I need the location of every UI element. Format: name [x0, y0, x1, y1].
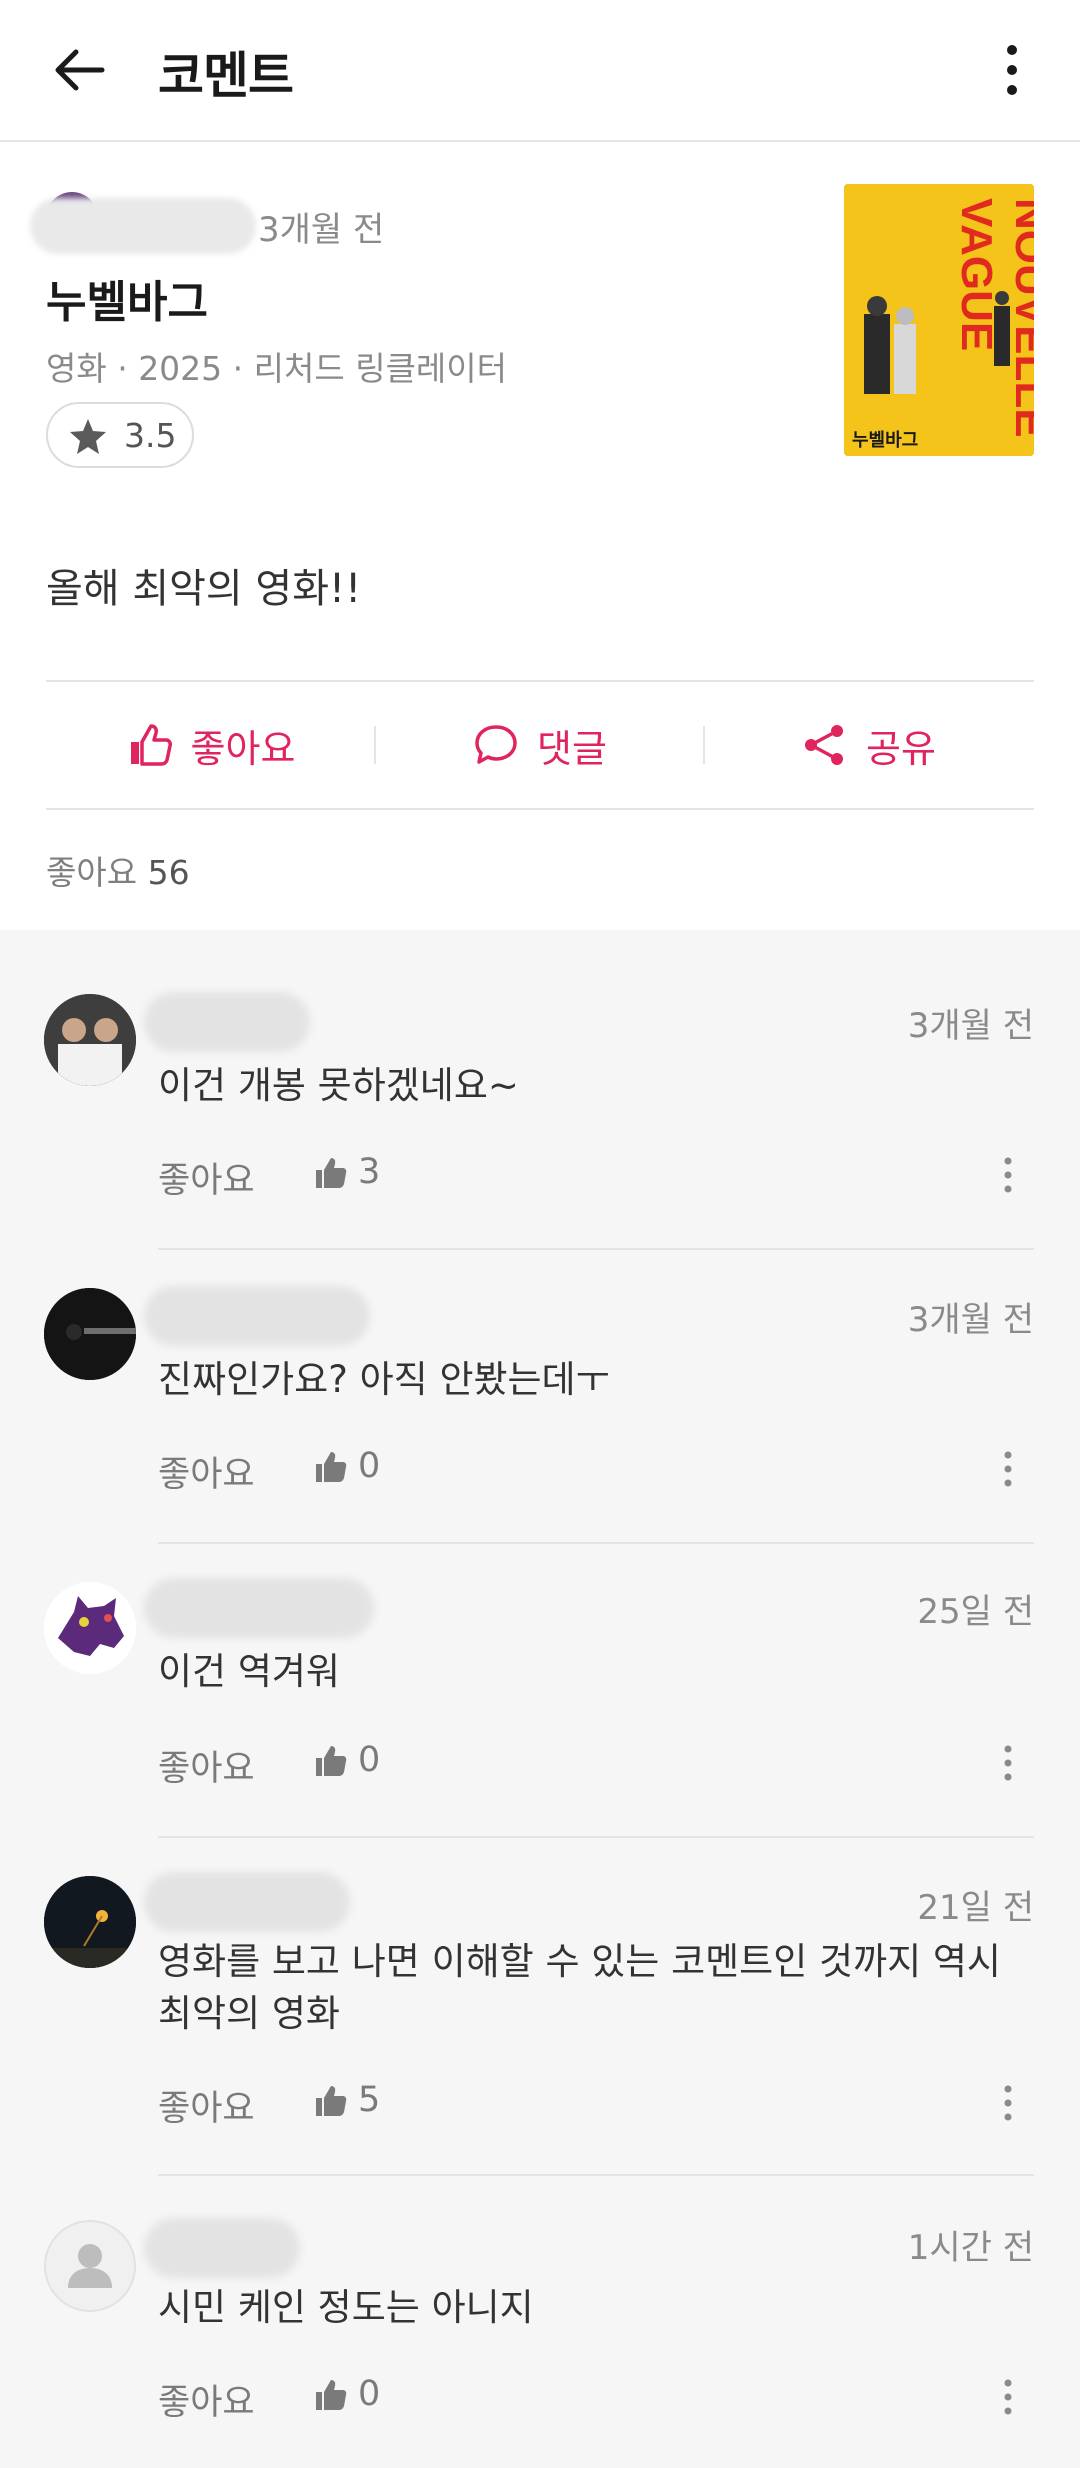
- action-bar: 좋아요 댓글 공유: [46, 682, 1034, 808]
- reply-time: 3개월 전: [907, 1300, 1034, 1340]
- reply-like-count: 0: [358, 2374, 381, 2414]
- reply-item: 1시간 전 시민 케인 정도는 아니지 좋아요 0: [0, 2156, 1080, 2468]
- more-vertical-icon[interactable]: [996, 2078, 1020, 2128]
- work-title[interactable]: 누벨바그: [46, 266, 208, 330]
- more-vertical-icon[interactable]: [996, 1444, 1020, 1494]
- reply-like-count: 0: [358, 1740, 381, 1780]
- star-icon: [70, 419, 106, 454]
- author-name-redacted: [30, 198, 256, 254]
- svg-text:VAGUE: VAGUE: [952, 198, 1001, 351]
- replies-section: 3개월 전 이건 개봉 못하겠네요~ 좋아요 3 3개월 전 진짜인가요? 아직…: [0, 930, 1080, 2468]
- reply-item: 3개월 전 진짜인가요? 아직 안봤는데ㅜ 좋아요 0: [0, 1224, 1080, 1544]
- reply-time: 21일 전: [917, 1888, 1034, 1928]
- username-redacted: [144, 992, 310, 1052]
- avatar[interactable]: [44, 1288, 136, 1380]
- arrow-left-icon: [55, 49, 105, 91]
- rating-badge: 3.5: [46, 402, 194, 468]
- more-vertical-icon[interactable]: [996, 1150, 1020, 1200]
- reply-like-button[interactable]: 좋아요: [158, 1152, 255, 1203]
- more-vertical-icon[interactable]: [996, 2372, 1020, 2422]
- reply-time: 1시간 전: [907, 2228, 1034, 2268]
- username-redacted: [144, 2218, 300, 2278]
- like-button[interactable]: 좋아요: [46, 682, 376, 808]
- likes-summary[interactable]: 좋아요 56: [46, 846, 190, 894]
- reply-label: 댓글: [537, 726, 607, 771]
- reply-item: 25일 전 이건 역겨워 좋아요 0: [0, 1518, 1080, 1838]
- more-vertical-icon[interactable]: [996, 1738, 1020, 1788]
- comment-post: 3개월 전 누벨바그 영화 · 2025 · 리처드 링클레이터 3.5 NOU…: [0, 144, 1080, 930]
- thumbs-up-icon: [316, 1746, 347, 1776]
- likes-count: 56: [147, 853, 190, 892]
- username-redacted: [144, 1578, 374, 1638]
- reply-time: 25일 전: [917, 1592, 1034, 1632]
- divider: [46, 808, 1034, 810]
- poster-art: NOUVELLE VAGUE 누벨바그: [844, 184, 1034, 456]
- reply-text: 이건 개봉 못하겠네요~: [158, 1064, 519, 1107]
- reply-like-button[interactable]: 좋아요: [158, 2080, 255, 2131]
- movie-poster[interactable]: NOUVELLE VAGUE 누벨바그: [844, 184, 1034, 456]
- poster-kr-title: 누벨바그: [852, 430, 918, 450]
- username-redacted: [144, 1286, 370, 1346]
- like-label: 좋아요: [190, 726, 296, 771]
- reply-text: 이건 역겨워: [158, 1650, 340, 1693]
- more-options-button[interactable]: [990, 30, 1030, 110]
- reply-like-count: 5: [358, 2080, 381, 2120]
- poster-title-text: NOUVELLE: [1006, 198, 1034, 438]
- thumbs-up-icon: [316, 1158, 347, 1188]
- back-button[interactable]: [40, 30, 120, 110]
- speech-bubble-icon: [475, 725, 517, 764]
- reply-item: 21일 전 영화를 보고 나면 이해할 수 있는 코멘트인 것까지 역시 최악의…: [0, 1812, 1080, 2176]
- reply-like-button[interactable]: 좋아요: [158, 2374, 255, 2425]
- thumbs-up-icon: [130, 724, 172, 766]
- avatar[interactable]: [44, 1582, 136, 1674]
- reply-item: 3개월 전 이건 개봉 못하겠네요~ 좋아요 3: [0, 930, 1080, 1250]
- avatar[interactable]: [44, 994, 136, 1086]
- app-header: 코멘트: [0, 0, 1080, 142]
- thumbs-up-icon: [316, 1452, 347, 1482]
- rating-value: 3.5: [124, 416, 177, 455]
- comment-body: 올해 최악의 영화!!: [46, 566, 362, 612]
- page-title: 코멘트: [158, 47, 294, 105]
- share-label: 공유: [866, 726, 936, 771]
- share-button[interactable]: 공유: [704, 682, 1034, 808]
- username-redacted: [144, 1872, 350, 1932]
- reply-like-count: 0: [358, 1446, 381, 1486]
- reply-text: 시민 케인 정도는 아니지: [158, 2286, 534, 2329]
- reply-like-button[interactable]: 좋아요: [158, 1446, 255, 1497]
- more-vertical-icon: [1007, 45, 1017, 95]
- likes-label: 좋아요: [46, 853, 138, 892]
- avatar[interactable]: [44, 1876, 136, 1968]
- reply-text: 진짜인가요? 아직 안봤는데ㅜ: [158, 1358, 610, 1401]
- reply-like-button[interactable]: 좋아요: [158, 1740, 255, 1791]
- work-meta: 영화 · 2025 · 리처드 링클레이터: [46, 349, 508, 388]
- post-time: 3개월 전: [258, 210, 385, 250]
- reply-time: 3개월 전: [907, 1006, 1034, 1046]
- default-avatar-icon[interactable]: [44, 2220, 136, 2312]
- reply-like-count: 3: [358, 1152, 381, 1192]
- share-icon: [805, 725, 844, 765]
- reply-button[interactable]: 댓글: [375, 682, 705, 808]
- thumbs-up-icon: [316, 2380, 347, 2410]
- reply-text: 영화를 보고 나면 이해할 수 있는 코멘트인 것까지 역시 최악의 영화: [158, 1940, 1001, 2035]
- thumbs-up-icon: [316, 2086, 347, 2116]
